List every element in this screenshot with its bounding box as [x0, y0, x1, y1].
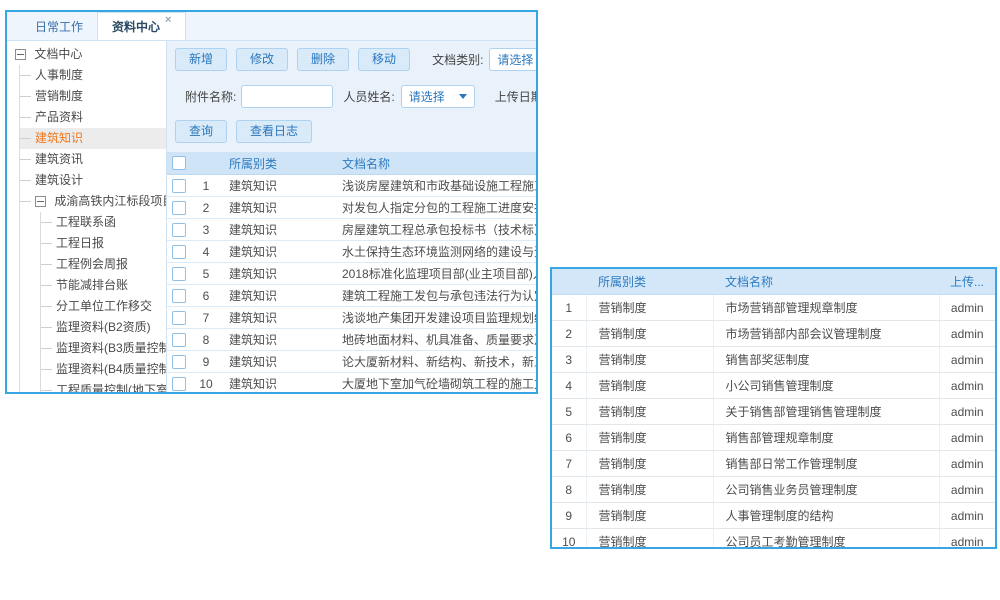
- table-row[interactable]: 1 建筑知识 浅谈房屋建筑和市政基础设施工程施工...: [167, 175, 536, 197]
- tab-data-center[interactable]: 资料中心 ×: [97, 12, 186, 40]
- tree-item-marketing[interactable]: 营销制度: [20, 86, 166, 107]
- tree-item-construction-knowledge[interactable]: 建筑知识: [20, 128, 166, 149]
- row-checkbox[interactable]: [172, 223, 186, 237]
- table-row[interactable]: 10 建筑知识 大厦地下室加气砼墙砌筑工程的施工方...: [167, 373, 536, 393]
- document-content: 新增 修改 删除 移动 文档类别: 请选择 文档 附件名称: 人员姓名:: [167, 41, 536, 392]
- documents-table: 所属别类 文档名称 1 建筑知识 浅谈房屋建筑和市政基础设施工程施工...: [167, 152, 536, 392]
- tree-item-quality-basement[interactable]: 工程质量控制(地下室): [41, 380, 166, 392]
- table-row[interactable]: 7 营销制度 销售部日常工作管理制度 admin: [552, 451, 995, 477]
- tree-item-construction-design[interactable]: 建筑设计: [20, 170, 166, 191]
- row-checkbox[interactable]: [172, 245, 186, 259]
- tree-item-supervision-b3[interactable]: 监理资料(B3质量控制): [41, 338, 166, 359]
- query-button[interactable]: 查询: [175, 120, 227, 143]
- actions-row: 查询 查看日志: [175, 120, 536, 143]
- attachment-name-label: 附件名称:: [185, 88, 236, 105]
- tree-branch-project: 成渝高铁内江标段项目 工程联系函 工程日报 工程例会周报 节能减排台账 分工单位…: [20, 191, 166, 392]
- table-row[interactable]: 8 建筑知识 地砖地面材料、机具准备、质量要求及...: [167, 329, 536, 351]
- category-label: 文档类别:: [432, 51, 483, 68]
- tree-item-supervision-b2[interactable]: 监理资料(B2资质): [41, 317, 166, 338]
- tree-node-project[interactable]: 成渝高铁内江标段项目: [35, 191, 166, 212]
- table-row[interactable]: 8 营销制度 公司销售业务员管理制度 admin: [552, 477, 995, 503]
- modify-button[interactable]: 修改: [236, 48, 288, 71]
- tree-node-label: 成渝高铁内江标段项目: [54, 194, 167, 208]
- category-select-value: 请选择: [497, 51, 533, 68]
- table-row[interactable]: 5 营销制度 关于销售部管理销售管理制度 admin: [552, 399, 995, 425]
- toolbar-row: 新增 修改 删除 移动 文档类别: 请选择 文档: [175, 48, 536, 71]
- tab-label: 日常工作: [35, 18, 83, 35]
- category-select[interactable]: 请选择: [489, 48, 536, 71]
- tree-item-energy-ledger[interactable]: 节能减排台账: [41, 275, 166, 296]
- num-column-header: [191, 152, 221, 175]
- row-checkbox[interactable]: [172, 311, 186, 325]
- tree-item-hr[interactable]: 人事制度: [20, 65, 166, 86]
- table-row[interactable]: 7 建筑知识 浅谈地产集团开发建设项目监理规划编...: [167, 307, 536, 329]
- row-checkbox[interactable]: [172, 333, 186, 347]
- tree-item-supervision-b4[interactable]: 监理资料(B4质量控制): [41, 359, 166, 380]
- table-row[interactable]: 4 建筑知识 水土保持生态环境监测网络的建设与资...: [167, 241, 536, 263]
- document-tree: 文档中心 人事制度 营销制度 产品资料 建筑知识 建筑资讯 建筑设计 成渝高铁内…: [7, 41, 167, 392]
- uploader-column-header: 上传...: [939, 269, 995, 295]
- chevron-down-icon: [459, 94, 467, 99]
- table-row[interactable]: 3 营销制度 销售部奖惩制度 admin: [552, 347, 995, 373]
- attachment-name-input[interactable]: [241, 85, 333, 108]
- close-icon[interactable]: ×: [165, 15, 171, 26]
- tree-item-weekly-report[interactable]: 工程例会周报: [41, 254, 166, 275]
- table-header-row: 所属别类 文档名称: [167, 152, 536, 175]
- tree-item-contact-letter[interactable]: 工程联系函: [41, 212, 166, 233]
- table-header-row: 所属别类 文档名称 上传...: [552, 269, 995, 295]
- tree-item-work-transfer[interactable]: 分工单位工作移交: [41, 296, 166, 317]
- table-row[interactable]: 1 营销制度 市场营销部管理规章制度 admin: [552, 295, 995, 321]
- tab-label: 资料中心: [112, 18, 160, 35]
- tree-node-label: 文档中心: [34, 47, 82, 61]
- table-row[interactable]: 9 建筑知识 论大厦新材料、新结构、新技术，新工...: [167, 351, 536, 373]
- row-checkbox[interactable]: [172, 267, 186, 281]
- row-checkbox[interactable]: [172, 355, 186, 369]
- delete-button[interactable]: 删除: [297, 48, 349, 71]
- view-log-button[interactable]: 查看日志: [236, 120, 312, 143]
- tree-item-product[interactable]: 产品资料: [20, 107, 166, 128]
- panel-body: 文档中心 人事制度 营销制度 产品资料 建筑知识 建筑资讯 建筑设计 成渝高铁内…: [7, 41, 536, 392]
- num-column-header: [552, 269, 586, 295]
- add-button[interactable]: 新增: [175, 48, 227, 71]
- table-row[interactable]: 4 营销制度 小公司销售管理制度 admin: [552, 373, 995, 399]
- name-column-header: 文档名称: [334, 152, 536, 175]
- category-column-header: 所属别类: [221, 152, 334, 175]
- table-row[interactable]: 2 营销制度 市场营销部内部会议管理制度 admin: [552, 321, 995, 347]
- person-name-label: 人员姓名:: [343, 88, 394, 105]
- move-button[interactable]: 移动: [358, 48, 410, 71]
- table-row[interactable]: 10 营销制度 公司员工考勤管理制度 admin: [552, 529, 995, 550]
- person-select-value: 请选择: [409, 88, 445, 105]
- table-row[interactable]: 5 建筑知识 2018标准化监理项目部(业主项目部)人员...: [167, 263, 536, 285]
- table-row[interactable]: 9 营销制度 人事管理制度的结构 admin: [552, 503, 995, 529]
- tree-item-daily-report[interactable]: 工程日报: [41, 233, 166, 254]
- table-row[interactable]: 3 建筑知识 房屋建筑工程总承包投标书（技术标）...: [167, 219, 536, 241]
- table-row[interactable]: 6 建筑知识 建筑工程施工发包与承包违法行为认定...: [167, 285, 536, 307]
- select-all-checkbox[interactable]: [172, 156, 186, 170]
- collapse-toggle-icon[interactable]: [15, 49, 26, 60]
- name-column-header: 文档名称: [713, 269, 939, 295]
- filter-row: 附件名称: 人员姓名: 请选择 上传日期: [185, 85, 536, 108]
- row-checkbox[interactable]: [172, 201, 186, 215]
- desktop: 日常工作 资料中心 × 文档中心 人事制度 营销制度 产品资料 建筑知识 建筑: [0, 0, 1000, 600]
- collapse-toggle-icon[interactable]: [35, 196, 46, 207]
- row-checkbox[interactable]: [172, 179, 186, 193]
- tree-node-document-center[interactable]: 文档中心: [7, 44, 166, 65]
- marketing-documents-panel: 所属别类 文档名称 上传... 1 营销制度 市场营销部管理规章制度 admin…: [550, 267, 997, 549]
- marketing-table: 所属别类 文档名称 上传... 1 营销制度 市场营销部管理规章制度 admin…: [552, 269, 995, 549]
- table-row[interactable]: 2 建筑知识 对发包人指定分包的工程施工进度安排...: [167, 197, 536, 219]
- table-row[interactable]: 6 营销制度 销售部管理规章制度 admin: [552, 425, 995, 451]
- document-center-panel: 日常工作 资料中心 × 文档中心 人事制度 营销制度 产品资料 建筑知识 建筑: [5, 10, 538, 394]
- person-select[interactable]: 请选择: [401, 85, 475, 108]
- tab-bar: 日常工作 资料中心 ×: [7, 12, 536, 41]
- category-column-header: 所属别类: [586, 269, 713, 295]
- tab-daily-work[interactable]: 日常工作: [21, 12, 97, 40]
- tree-item-construction-news[interactable]: 建筑资讯: [20, 149, 166, 170]
- upload-date-label: 上传日期: [495, 88, 536, 105]
- row-checkbox[interactable]: [172, 377, 186, 391]
- row-checkbox[interactable]: [172, 289, 186, 303]
